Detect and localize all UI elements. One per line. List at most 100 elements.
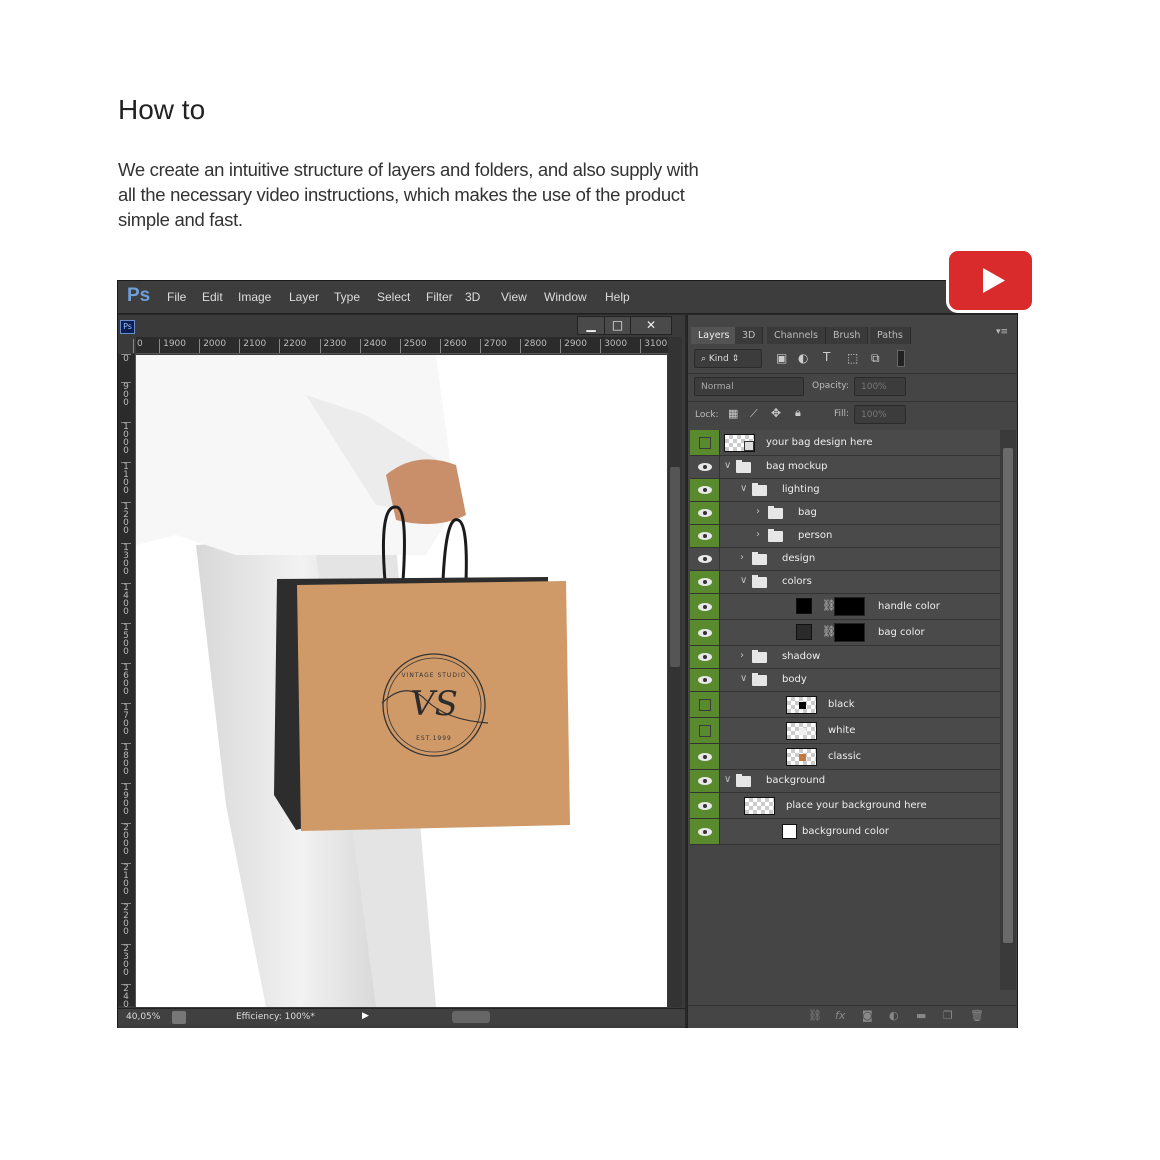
layers-scroll-thumb[interactable] (1003, 448, 1013, 943)
visibility-toggle[interactable] (690, 594, 720, 619)
youtube-play-button[interactable] (946, 248, 1035, 313)
layer-row[interactable]: ⛓ bag color (690, 620, 1000, 646)
pixel-filter-icon[interactable]: ▣ (776, 351, 787, 365)
layer-row[interactable]: white (690, 718, 1000, 744)
timer-icon[interactable] (172, 1011, 186, 1024)
layer-row[interactable]: ⛓ handle color (690, 594, 1000, 620)
layer-name: white (828, 724, 856, 736)
layer-row[interactable]: ∨ body (690, 669, 1000, 692)
new-layer-icon[interactable]: ❐ (943, 1009, 953, 1022)
visibility-toggle[interactable] (690, 502, 720, 524)
layer-row[interactable]: › bag (690, 502, 1000, 525)
visibility-toggle[interactable] (690, 646, 720, 668)
canvas[interactable]: VS VINTAGE STUDIO EST.1999 (136, 355, 667, 1007)
menu-window[interactable]: Window (544, 290, 587, 304)
layer-row[interactable]: black (690, 692, 1000, 718)
filter-kind-select[interactable]: ⌕ Kind ⇕ (694, 349, 762, 368)
shape-filter-icon[interactable]: ⬚ (847, 351, 858, 365)
lock-all-icon[interactable]: 🔒︎ (795, 406, 801, 420)
chevron-down-icon[interactable]: ∨ (740, 575, 747, 586)
layer-row[interactable]: place your background here (690, 793, 1000, 819)
visibility-toggle[interactable] (690, 548, 720, 570)
chevron-down-icon[interactable]: ∨ (724, 460, 731, 471)
menu-help[interactable]: Help (605, 290, 630, 304)
menu-view[interactable]: View (501, 290, 527, 304)
smart-object-filter-icon[interactable]: ⧉ (871, 351, 880, 366)
minimize-button[interactable]: ▁ (577, 316, 605, 335)
horizontal-scroll-thumb[interactable] (452, 1011, 490, 1023)
adjustment-filter-icon[interactable]: ◐ (798, 351, 808, 365)
visibility-toggle[interactable] (690, 718, 720, 743)
tab-channels[interactable]: Channels (767, 327, 826, 344)
opacity-input[interactable]: 100% (854, 377, 906, 396)
status-menu-arrow-icon[interactable]: ▶ (362, 1011, 369, 1021)
panel-menu-icon[interactable]: ▾≡ (996, 327, 1008, 337)
visibility-toggle[interactable] (690, 430, 720, 455)
menu-edit[interactable]: Edit (202, 290, 223, 304)
link-icon[interactable]: ⛓ (808, 1009, 822, 1022)
type-filter-icon[interactable]: T (823, 350, 830, 364)
layer-row[interactable]: ∨ colors (690, 571, 1000, 594)
adjustment-icon[interactable]: ◐ (889, 1009, 899, 1022)
chevron-right-icon[interactable]: › (756, 529, 760, 540)
tab-layers[interactable]: Layers (691, 327, 738, 344)
visibility-toggle[interactable] (690, 744, 720, 769)
visibility-toggle[interactable] (690, 692, 720, 717)
menu-3d[interactable]: 3D (465, 290, 480, 304)
layers-scrollbar[interactable] (1000, 430, 1016, 990)
menu-layer[interactable]: Layer (289, 290, 319, 304)
chevron-right-icon[interactable]: › (740, 552, 744, 563)
blend-mode-select[interactable]: Normal (694, 377, 804, 396)
layer-row[interactable]: ∨ bag mockup (690, 456, 1000, 479)
chevron-down-icon[interactable]: ∨ (740, 673, 747, 684)
visibility-toggle[interactable] (690, 620, 720, 645)
menu-image[interactable]: Image (238, 290, 271, 304)
lock-brush-icon[interactable]: ⟋ (750, 407, 758, 421)
menu-type[interactable]: Type (334, 290, 360, 304)
tab-brush[interactable]: Brush (826, 327, 869, 344)
tab-3d[interactable]: 3D (735, 327, 764, 344)
layer-row[interactable]: ∨ lighting (690, 479, 1000, 502)
close-button[interactable]: ✕ (630, 316, 672, 335)
lock-position-icon[interactable]: ✥ (771, 406, 781, 420)
layer-row[interactable]: classic (690, 744, 1000, 770)
menu-filter[interactable]: Filter (426, 290, 453, 304)
chevron-right-icon[interactable]: › (756, 506, 760, 517)
visibility-toggle[interactable] (690, 479, 720, 501)
chevron-right-icon[interactable]: › (740, 650, 744, 661)
visibility-toggle[interactable] (690, 770, 720, 792)
zoom-level[interactable]: 40,05% (126, 1012, 160, 1022)
layer-row[interactable]: › person (690, 525, 1000, 548)
layer-thumbnail (786, 721, 817, 740)
eye-icon (698, 532, 712, 540)
smart-object-thumbnail (724, 433, 755, 452)
visibility-toggle[interactable] (690, 669, 720, 691)
menu-select[interactable]: Select (377, 290, 410, 304)
visibility-toggle[interactable] (690, 571, 720, 593)
fx-icon[interactable]: fx (835, 1009, 845, 1022)
menu-file[interactable]: File (167, 290, 186, 304)
tab-paths[interactable]: Paths (870, 327, 911, 344)
visibility-toggle[interactable] (690, 456, 720, 478)
filter-toggle[interactable] (897, 350, 905, 367)
layer-row[interactable]: background color (690, 819, 1000, 845)
scroll-thumb[interactable] (670, 467, 680, 667)
folder-icon[interactable]: ▬ (916, 1009, 926, 1022)
chevron-down-icon[interactable]: ∨ (740, 483, 747, 494)
efficiency-readout: Efficiency: 100%* (236, 1012, 315, 1022)
chevron-down-icon[interactable]: ∨ (724, 774, 731, 785)
visibility-toggle[interactable] (690, 819, 720, 844)
folder-icon (752, 575, 767, 588)
trash-icon[interactable]: 🗑︎ (970, 1009, 984, 1022)
lock-transparent-icon[interactable]: ▦ (728, 407, 738, 420)
layer-row[interactable]: › design (690, 548, 1000, 571)
visibility-toggle[interactable] (690, 793, 720, 818)
visibility-toggle[interactable] (690, 525, 720, 547)
layer-row[interactable]: › shadow (690, 646, 1000, 669)
layer-row[interactable]: your bag design here (690, 430, 1000, 456)
vertical-scrollbar[interactable] (668, 337, 682, 1007)
mask-icon[interactable]: ◙ (862, 1009, 873, 1022)
fill-input[interactable]: 100% (854, 405, 906, 424)
layer-row[interactable]: ∨ background (690, 770, 1000, 793)
maximize-button[interactable]: □ (604, 316, 631, 335)
